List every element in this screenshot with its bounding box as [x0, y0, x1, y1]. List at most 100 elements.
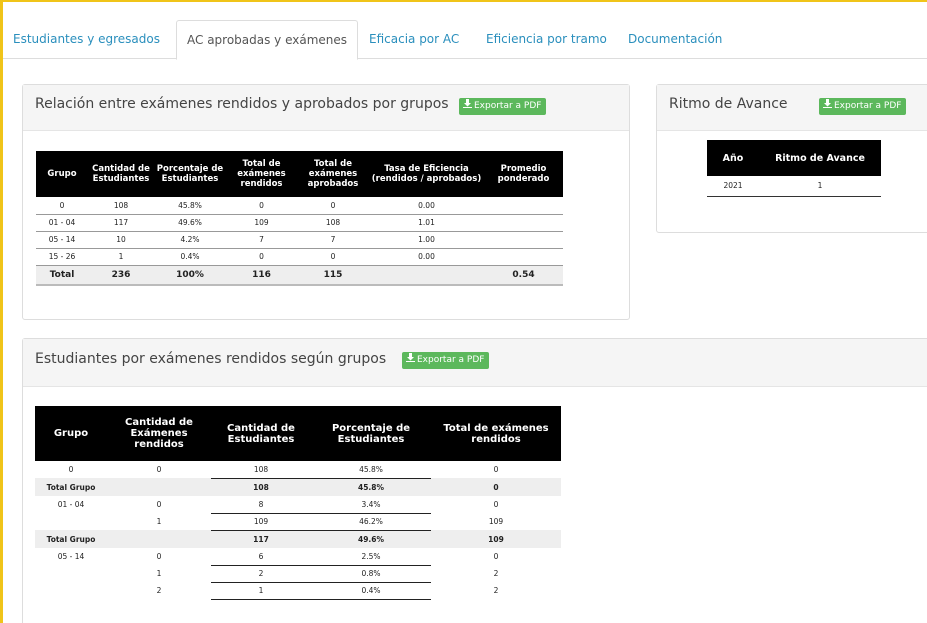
- table-row: 1 109 46.2% 109: [35, 513, 561, 531]
- cell: [484, 248, 563, 266]
- table-header-row: Grupo Cantidad de Estudiantes Porcentaje…: [36, 151, 563, 197]
- table-total-row: Total 236 100% 116 115 0.54: [36, 265, 563, 286]
- cell: 0: [297, 248, 369, 266]
- download-icon: [463, 98, 472, 115]
- cell: [35, 513, 107, 530]
- cell: 0.54: [484, 265, 563, 286]
- cell: 2: [211, 565, 311, 583]
- cell: 0: [36, 197, 88, 215]
- cell: 7: [226, 231, 297, 249]
- cell: 2: [493, 569, 499, 578]
- cell: 1: [759, 176, 881, 197]
- cell: [484, 214, 563, 232]
- tab-estudiantes-egresados[interactable]: Estudiantes y egresados: [3, 20, 170, 59]
- cell: Total: [36, 265, 88, 286]
- table-header-row: Grupo Cantidad de Exámenes rendidos Cant…: [35, 406, 561, 461]
- table-row: 1 2 0.8% 2: [35, 565, 561, 583]
- table-row: 05 - 14 0 6 2.5% 0: [35, 548, 561, 566]
- cell: 6: [211, 548, 311, 566]
- cell: 117: [88, 214, 154, 232]
- cell: 108: [297, 214, 369, 232]
- panel-ritmo-avance: Ritmo de Avance Exportar a PDF Año Ritmo…: [656, 84, 927, 233]
- cell: 0: [226, 248, 297, 266]
- table-ritmo-avance: Año Ritmo de Avance 2021 1: [707, 140, 881, 197]
- cell: 109: [211, 513, 311, 531]
- cell: 0: [68, 465, 74, 474]
- export-pdf-button[interactable]: Exportar a PDF: [819, 98, 907, 115]
- cell: 01 - 04: [57, 500, 85, 509]
- export-pdf-label: Exportar a PDF: [474, 101, 542, 111]
- table-examenes-por-grupo: Grupo Cantidad de Estudiantes Porcentaje…: [36, 151, 563, 286]
- col-header: Grupo: [35, 406, 107, 461]
- cell: 0: [226, 197, 297, 215]
- col-header: Total de exámenes rendidos: [431, 406, 561, 461]
- cell: [35, 565, 107, 582]
- panel-title: Ritmo de Avance: [669, 96, 788, 112]
- col-header: Total de exámenes rendidos: [226, 151, 297, 197]
- table-header-row: Año Ritmo de Avance: [707, 140, 881, 176]
- cell: 0: [156, 500, 162, 509]
- cell: 2021: [707, 176, 759, 197]
- cell: 109: [226, 214, 297, 232]
- cell: 0.4%: [154, 248, 226, 266]
- cell: 01 - 04: [36, 214, 88, 232]
- col-header: Cantidad de Estudiantes: [88, 151, 154, 197]
- cell: 0.00: [369, 197, 484, 215]
- cell: [484, 231, 563, 249]
- cell: 1: [211, 582, 311, 600]
- table-row: 15 - 26 1 0.4% 0 0 0.00: [36, 248, 563, 266]
- cell: Total Grupo: [35, 478, 107, 496]
- tab-eficiencia-por-tramo[interactable]: Eficiencia por tramo: [476, 20, 617, 59]
- cell: 3.4%: [311, 496, 431, 514]
- cell: 4.2%: [154, 231, 226, 249]
- download-icon: [406, 352, 415, 369]
- cell: 49.6%: [311, 530, 431, 548]
- cell: 8: [211, 496, 311, 514]
- cell: 0: [156, 552, 162, 561]
- table-row: 01 - 04 0 8 3.4% 0: [35, 496, 561, 514]
- cell: 1.01: [369, 214, 484, 232]
- cell: 15 - 26: [36, 248, 88, 266]
- cell: 1: [156, 569, 162, 578]
- cell: 108: [211, 478, 311, 496]
- table-row: 0 0 108 45.8% 0: [35, 461, 561, 479]
- cell: 1.00: [369, 231, 484, 249]
- tab-documentacion[interactable]: Documentación: [618, 20, 732, 59]
- export-pdf-button[interactable]: Exportar a PDF: [402, 352, 490, 369]
- export-pdf-label: Exportar a PDF: [417, 355, 485, 365]
- table-estudiantes-por-examenes: Grupo Cantidad de Exámenes rendidos Cant…: [35, 406, 561, 600]
- cell: 100%: [154, 265, 226, 286]
- cell: 46.2%: [311, 513, 431, 531]
- table-row: 2 1 0.4% 2: [35, 582, 561, 600]
- tab-ac-aprobadas-examenes[interactable]: AC aprobadas y exámenes: [176, 20, 359, 60]
- cell: 115: [297, 265, 369, 286]
- tab-eficacia-por-ac[interactable]: Eficacia por AC: [359, 20, 469, 59]
- cell: 2.5%: [311, 548, 431, 566]
- cell: 7: [297, 231, 369, 249]
- cell: 10: [88, 231, 154, 249]
- cell: 109: [431, 530, 561, 548]
- table-row: 0 108 45.8% 0 0 0.00: [36, 197, 563, 215]
- export-pdf-button[interactable]: Exportar a PDF: [459, 98, 547, 115]
- col-header: Año: [707, 140, 759, 176]
- col-header: Porcentaje de Estudiantes: [311, 406, 431, 461]
- col-header: Ritmo de Avance: [759, 140, 881, 176]
- cell: 0.4%: [311, 582, 431, 600]
- col-header: Promedio ponderado: [484, 151, 563, 197]
- cell: 0: [297, 197, 369, 215]
- cell: [369, 265, 484, 286]
- panel-estudiantes-por-examenes: Estudiantes por exámenes rendidos según …: [22, 338, 927, 623]
- cell: 108: [88, 197, 154, 215]
- cell: 05 - 14: [57, 552, 85, 561]
- download-icon: [823, 98, 832, 115]
- cell: 0.8%: [311, 565, 431, 583]
- cell: 1: [156, 517, 162, 526]
- table-total-row: Total Grupo 117 49.6% 109: [35, 530, 561, 548]
- cell: 05 - 14: [36, 231, 88, 249]
- table-total-row: Total Grupo 108 45.8% 0: [35, 478, 561, 496]
- cell: [484, 197, 563, 215]
- cell: 0: [493, 552, 499, 561]
- cell: 236: [88, 265, 154, 286]
- cell: 108: [211, 461, 311, 479]
- cell: 0: [431, 478, 561, 496]
